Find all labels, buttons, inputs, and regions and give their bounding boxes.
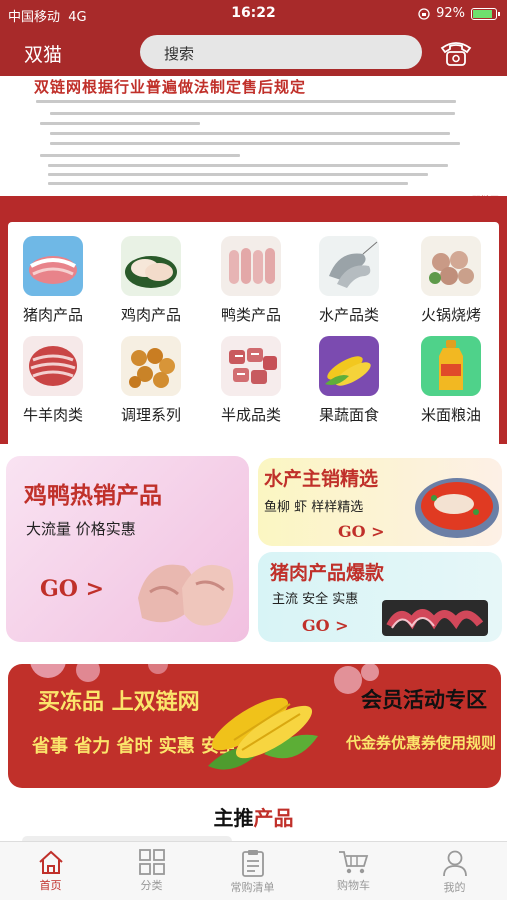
promo-poultry-go[interactable]: GO > [40,576,104,602]
app-header: 双猫 搜索 [0,28,507,76]
tab-frequent-list[interactable]: 常购清单 [202,842,303,900]
home-icon [38,850,63,874]
category-prepared[interactable]: 调理系列 [106,336,196,436]
category-duck[interactable]: 鸭类产品 [206,236,296,336]
status-bar: 中国移动 4G 16:22 92% [0,0,507,28]
promo-pork-go[interactable]: GO > [302,616,349,635]
phone-icon[interactable] [438,36,474,68]
chicken-icon [121,236,181,296]
corn-icon [319,336,379,396]
duck-icon [221,236,281,296]
notice-banner[interactable]: 双链网根据行业普遍做法制定售后规定 双链网 [0,76,507,204]
search-placeholder: 搜索 [164,45,195,63]
shop-title: 双猫 [24,44,63,66]
category-hotpot[interactable]: 火锅烧烤 [406,236,496,336]
category-grain-oil[interactable]: 米面粮油 [406,336,496,436]
promo-aquatic-go[interactable]: GO > [338,522,385,541]
promo-card-poultry[interactable]: 鸡鸭热销产品 大流量 价格实惠 GO > [6,456,249,642]
duck-meat-image [138,564,234,626]
pork-tray-image [382,600,488,636]
status-right: 92% [418,6,500,21]
orientation-lock-icon [418,7,430,20]
category-chicken[interactable]: 鸡肉产品 [106,236,196,336]
category-aquatic[interactable]: 水产品类 [304,236,394,336]
promo-poultry-title: 鸡鸭热销产品 [24,482,162,509]
beef-roll-icon [23,336,83,396]
category-grid-icon [138,849,165,875]
promo-aquatic-title: 水产主销精选 [264,468,379,490]
tab-category[interactable]: 分类 [101,842,202,900]
category-beef-lamb[interactable]: 牛羊肉类 [8,336,98,436]
tab-mine[interactable]: 我的 [404,842,505,900]
section-title: 主推产品 [213,806,294,830]
user-icon [442,850,467,877]
shrimp-icon [319,236,379,296]
battery-percent: 92% [436,6,465,21]
fried-chicken-icon [121,336,181,396]
corn-image [208,697,318,770]
meatball-icon [421,236,481,296]
member-slogan: 买冻品 上双链网 [38,689,200,715]
category-grid: 猪肉产品 鸡肉产品 鸭类产品 水产品类 火锅烧烤 牛羊肉类 调理系列 半成品类 … [8,222,499,444]
promo-card-pork[interactable]: 猪肉产品爆款 主流 安全 实惠 GO > [258,552,502,642]
coupon-rules-link[interactable]: 代金券优惠券使用规则 [346,732,496,753]
fish-dish-image [415,478,499,538]
ribs-icon [221,336,281,396]
promo-card-aquatic[interactable]: 水产主销精选 鱼柳 虾 样样精选 GO > [258,458,502,546]
clipboard-icon [241,850,264,877]
promo-pork-title: 猪肉产品爆款 [270,562,385,584]
pork-icon [23,236,83,296]
notice-logo: 双链网 [472,193,499,196]
promo-aquatic-subtitle: 鱼柳 虾 样样精选 [264,500,364,515]
search-input[interactable]: 搜索 [140,35,422,69]
member-zone-title: 会员活动专区 [361,687,487,712]
cart-icon [338,851,368,874]
notice-title: 双链网根据行业普遍做法制定售后规定 [34,78,307,96]
category-pork[interactable]: 猪肉产品 [8,236,98,336]
category-section: 猪肉产品 鸡肉产品 鸭类产品 水产品类 火锅烧烤 牛羊肉类 调理系列 半成品类 … [0,204,507,444]
oil-icon [421,336,481,396]
category-produce[interactable]: 果蔬面食 [304,336,394,436]
battery-icon [471,7,500,20]
member-banner[interactable]: 买冻品 上双链网 省事 省力 省时 实惠 安全 会员活动专区 代金券优惠券使用规… [8,664,501,788]
category-semi-finished[interactable]: 半成品类 [206,336,296,436]
promo-poultry-subtitle: 大流量 价格实惠 [26,520,136,538]
promo-pork-subtitle: 主流 安全 实惠 [272,592,359,607]
tab-home[interactable]: 首页 [0,842,101,900]
tab-bar: 首页 分类 常购清单 购物车 我的 [0,841,507,900]
tab-cart[interactable]: 购物车 [303,842,404,900]
